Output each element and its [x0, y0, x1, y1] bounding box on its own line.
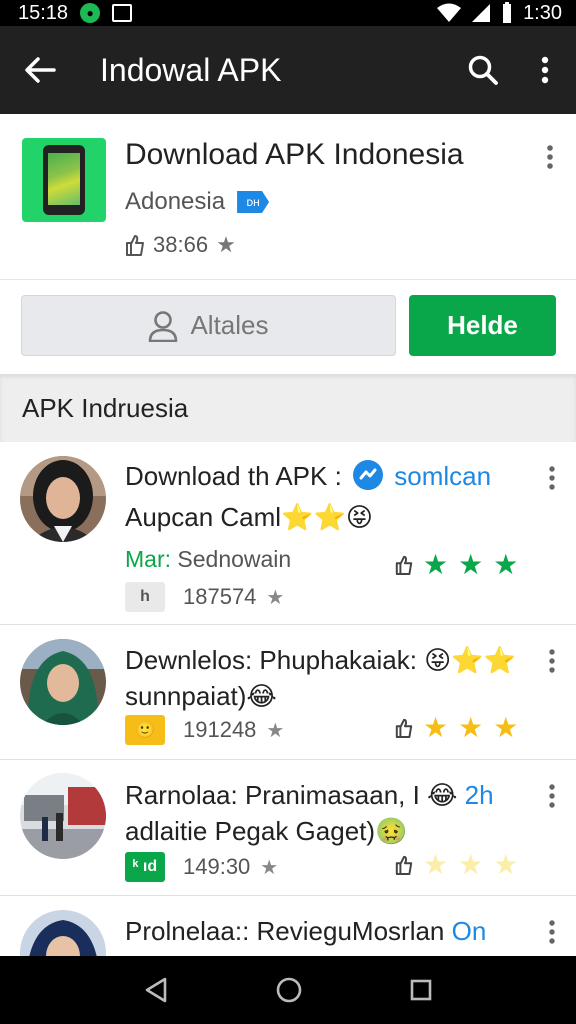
- star-icon: ★: [493, 712, 519, 743]
- status-time: 15:18: [18, 1, 69, 24]
- phone-icon: [43, 145, 85, 215]
- source-value: Sednowain: [177, 546, 292, 572]
- source-label: Mar:: [125, 546, 171, 572]
- app-toolbar: Indowal APK: [0, 26, 576, 114]
- item-title: Dewnlelos: Phuphakaiak: 😝⭐⭐: [125, 645, 517, 675]
- app-icon[interactable]: [22, 138, 106, 222]
- app-header-card: Download APK Indonesia Adonesia ᴅʜ 38:66…: [0, 114, 576, 280]
- rating-stars[interactable]: ★ ★ ★: [395, 711, 518, 744]
- item-badge: ᵏ ıd: [125, 852, 165, 882]
- item-subtitle: adlaitie Pegak Gaget)🤢: [125, 816, 408, 846]
- list-item[interactable]: Prolnelaa:: RevieguMosrlan On: [0, 896, 576, 956]
- arrow-left-icon: [25, 57, 56, 83]
- item-more-button[interactable]: [548, 649, 556, 678]
- primary-button[interactable]: Ηelde: [409, 295, 556, 356]
- home-circle-icon[interactable]: [275, 976, 303, 1004]
- star-icon: ★: [458, 549, 484, 580]
- star-icon: ★: [216, 232, 236, 257]
- search-icon: [468, 55, 498, 85]
- list-item[interactable]: Download th APK : somlcan Aupcan Caml⭐⭐😝…: [0, 442, 576, 625]
- star-icon: ★: [493, 549, 519, 580]
- back-triangle-icon[interactable]: [143, 976, 169, 1004]
- gallery-notification-icon: [112, 4, 133, 22]
- star-icon: ★: [458, 849, 484, 880]
- item-count: 187574: [183, 584, 257, 609]
- item-source: Mar: Sednowain: [125, 546, 291, 573]
- recents-square-icon[interactable]: [409, 978, 433, 1002]
- item-more-button[interactable]: [548, 466, 556, 495]
- signal-icon: [472, 4, 491, 22]
- avatar[interactable]: [20, 639, 106, 725]
- item-more-button[interactable]: [548, 784, 556, 813]
- rating-stars[interactable]: ★ ★ ★: [395, 848, 518, 881]
- more-vert-icon: [547, 145, 553, 169]
- section-header: APK Indruesia: [0, 374, 576, 442]
- app-count: 38:66: [153, 232, 209, 257]
- battery-icon: [503, 2, 512, 23]
- app-developer[interactable]: Adonesia ᴅʜ: [125, 188, 270, 216]
- item-count: 149:30: [183, 854, 251, 879]
- avatar[interactable]: [20, 910, 106, 956]
- secondary-button[interactable]: Altales: [21, 295, 396, 356]
- secondary-button-label: Altales: [190, 310, 269, 340]
- app-meta: 38:66 ★: [125, 232, 236, 258]
- item-subtitle: Aupcan Caml⭐⭐😝: [125, 502, 373, 532]
- app-title: Download APK Indonesia: [125, 138, 464, 171]
- developer-badge: ᴅʜ: [237, 191, 270, 213]
- item-badge: h: [125, 582, 165, 612]
- rating-stars[interactable]: ★ ★ ★: [395, 548, 518, 581]
- more-vert-icon: [549, 466, 555, 490]
- status-clock: 1:30: [523, 1, 562, 24]
- status-bar: 15:18 ● 1:30: [0, 0, 576, 26]
- item-title: Download th APK : somlcan: [125, 460, 492, 491]
- item-meta: 🙂 191248 ★: [125, 715, 284, 745]
- item-subtitle: sunnpaiat)😂: [125, 681, 277, 711]
- star-icon: ★: [493, 849, 519, 880]
- avatar[interactable]: [20, 773, 106, 859]
- item-meta: ᵏ ıd 149:30 ★: [125, 852, 278, 882]
- star-icon: ★: [458, 712, 484, 743]
- list-item[interactable]: Rarnolaa: Pranimasaan, I 😂 2h adlaitie P…: [0, 760, 576, 896]
- action-row: Altales Ηelde: [0, 280, 576, 374]
- thumbs-up-icon: [395, 855, 413, 875]
- more-vert-icon: [549, 784, 555, 808]
- item-meta: h 187574 ★: [125, 582, 284, 612]
- avatar[interactable]: [20, 456, 106, 542]
- post-list: Download th APK : somlcan Aupcan Caml⭐⭐😝…: [0, 442, 576, 956]
- search-button[interactable]: [452, 26, 514, 114]
- item-count: 191248: [183, 717, 257, 742]
- item-badge: 🙂: [125, 715, 165, 745]
- star-icon: ★: [423, 549, 449, 580]
- toolbar-title: Indowal APK: [100, 51, 282, 88]
- developer-name: Adonesia: [125, 188, 226, 215]
- star-icon: ★: [266, 719, 285, 742]
- overflow-menu-button[interactable]: [514, 26, 576, 114]
- item-title: Prolnelaa:: RevieguMosrlan On: [125, 916, 487, 946]
- star-icon: ★: [423, 849, 449, 880]
- notification-app-icon: ●: [80, 3, 101, 23]
- star-icon: ★: [423, 712, 449, 743]
- person-icon: [149, 310, 178, 342]
- list-item[interactable]: Dewnlelos: Phuphakaiak: 😝⭐⭐ sunnpaiat)😂 …: [0, 625, 576, 760]
- thumbs-up-icon: [395, 718, 413, 738]
- thumbs-up-icon: [126, 235, 144, 256]
- system-navigation-bar: [0, 956, 576, 1024]
- more-vert-icon: [549, 920, 555, 944]
- more-vert-icon: [541, 56, 549, 84]
- star-icon: ★: [266, 586, 285, 609]
- thumbs-up-icon: [395, 555, 413, 575]
- back-button[interactable]: [0, 26, 80, 114]
- item-title: Rarnolaa: Pranimasaan, I 😂 2h: [125, 780, 494, 810]
- more-vert-icon: [549, 649, 555, 673]
- star-icon: ★: [260, 856, 279, 879]
- app-more-button[interactable]: [546, 144, 554, 175]
- verified-icon: [353, 460, 384, 490]
- item-timestamp: 2h: [464, 780, 494, 810]
- item-accent[interactable]: somlcan: [394, 461, 491, 491]
- wifi-icon: [437, 3, 462, 22]
- item-more-button[interactable]: [548, 920, 556, 949]
- item-accent: On: [451, 916, 487, 946]
